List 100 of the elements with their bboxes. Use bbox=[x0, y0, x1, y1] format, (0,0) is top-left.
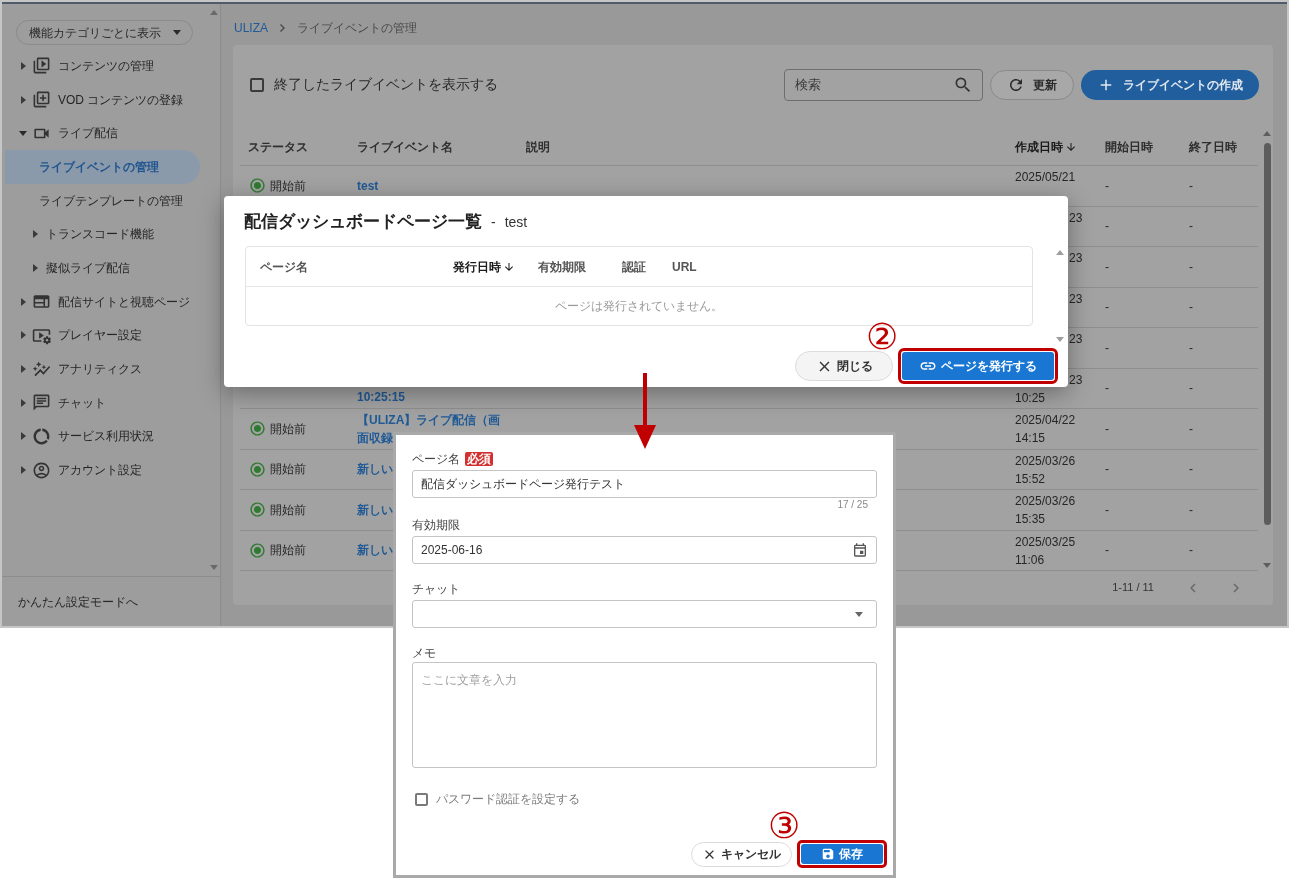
column-header: 発行日時 bbox=[453, 258, 501, 276]
empty-date-text: - bbox=[1189, 420, 1193, 438]
column-header: ステータス bbox=[248, 138, 308, 156]
column-header: 開始日時 bbox=[1105, 138, 1153, 156]
date-text: 23 bbox=[1069, 250, 1083, 267]
search-field[interactable]: 検索 bbox=[784, 69, 983, 101]
sort-arrow-icon bbox=[503, 260, 515, 273]
simple-mode-link[interactable]: かんたん設定モードへ bbox=[18, 592, 138, 611]
empty-date-text: - bbox=[1105, 177, 1109, 195]
date-text: 23 bbox=[1069, 331, 1083, 348]
required-badge: 必須 bbox=[465, 452, 493, 466]
field-label: チャット bbox=[412, 581, 460, 598]
video-library-icon bbox=[32, 56, 51, 76]
column-header: 有効期限 bbox=[538, 258, 586, 276]
scroll-down-icon bbox=[1263, 563, 1271, 568]
sidebar-item[interactable]: ライブテンプレートの管理 bbox=[5, 183, 200, 218]
empty-message: ページは発行されていません。 bbox=[555, 298, 723, 315]
character-counter: 17 / 25 bbox=[837, 499, 868, 511]
column-header: ライブイベント名 bbox=[357, 138, 453, 156]
refresh-icon bbox=[1007, 76, 1025, 94]
date-text: 23 bbox=[1069, 209, 1083, 227]
sidebar-item[interactable]: チャット bbox=[2, 385, 207, 420]
sidebar-item[interactable]: プレイヤー設定 bbox=[2, 318, 207, 353]
date-text: 15:35 bbox=[1015, 511, 1046, 528]
field-label: メモ bbox=[412, 645, 436, 662]
select-field[interactable] bbox=[412, 600, 877, 628]
empty-date-text: - bbox=[1105, 380, 1109, 398]
column-header: 終了日時 bbox=[1189, 138, 1237, 156]
scroll-up-icon bbox=[1056, 250, 1064, 255]
field-label: 有効期限 bbox=[412, 517, 460, 534]
search-icon bbox=[953, 75, 973, 95]
sidebar-item[interactable]: サービス利用状況 bbox=[2, 419, 207, 454]
column-header: 説明 bbox=[526, 138, 550, 156]
step-number: ③ bbox=[768, 808, 800, 844]
date-text: 14:15 bbox=[1015, 430, 1046, 447]
scrollbar-thumb[interactable] bbox=[1263, 143, 1271, 525]
empty-date-text: - bbox=[1189, 299, 1193, 317]
checkbox[interactable] bbox=[250, 78, 264, 92]
date-input[interactable]: 2025-06-16 bbox=[412, 536, 877, 564]
calendar-icon bbox=[852, 542, 868, 558]
refresh-button[interactable]: 更新 bbox=[990, 70, 1074, 100]
column-header: URL bbox=[672, 258, 697, 276]
status-text: 開始前 bbox=[270, 177, 306, 195]
empty-date-text: - bbox=[1105, 339, 1109, 357]
save-icon bbox=[821, 847, 835, 861]
empty-date-text: - bbox=[1105, 258, 1109, 276]
breadcrumb-current: ライブイベントの管理 bbox=[297, 20, 417, 37]
empty-date-text: - bbox=[1189, 339, 1193, 357]
empty-date-text: - bbox=[1105, 299, 1109, 317]
sidebar-item[interactable]: ライブ配信 bbox=[2, 116, 207, 151]
scroll-down-icon bbox=[209, 565, 218, 570]
sidebar-item[interactable]: コンテンツの管理 bbox=[2, 49, 207, 83]
empty-date-text: - bbox=[1189, 218, 1193, 236]
sidebar-item[interactable]: VOD コンテンツの登録 bbox=[2, 82, 207, 117]
close-button[interactable]: 閉じる bbox=[795, 351, 893, 381]
status-ring-icon bbox=[249, 460, 266, 478]
cancel-button[interactable]: キャンセル bbox=[691, 841, 792, 867]
create-button[interactable]: ライブイベントの作成 bbox=[1081, 70, 1259, 100]
date-text: 15:52 bbox=[1015, 470, 1046, 488]
scroll-up-icon bbox=[209, 10, 218, 15]
sidebar-item[interactable]: 配信サイトと視聴ページ bbox=[2, 284, 207, 319]
publish-button[interactable]: ページを発行する bbox=[902, 352, 1054, 380]
checkbox-label[interactable]: 終了したライブイベントを表示する bbox=[274, 74, 498, 96]
title-separator: - bbox=[491, 212, 496, 232]
date-text: 2025/03/26 bbox=[1015, 452, 1076, 470]
chevron-right-icon bbox=[280, 24, 285, 32]
empty-date-text: - bbox=[1189, 461, 1193, 479]
empty-date-text: - bbox=[1189, 177, 1193, 195]
empty-date-text: - bbox=[1105, 501, 1109, 519]
column-header: 認証 bbox=[622, 258, 646, 276]
text-input[interactable]: 配信ダッシュボードページ発行テスト bbox=[412, 470, 877, 498]
save-button[interactable]: 保存 bbox=[801, 844, 883, 864]
status-ring-icon bbox=[249, 177, 266, 195]
date-text: 10:25 bbox=[1015, 389, 1046, 407]
status-ring-icon bbox=[249, 420, 266, 438]
date-text: 11:06 bbox=[1015, 551, 1045, 569]
date-text: 23 bbox=[1069, 290, 1083, 308]
date-text: 2025/04/22 bbox=[1015, 412, 1076, 429]
sidebar-item[interactable]: アナリティクス bbox=[2, 352, 207, 386]
empty-date-text: - bbox=[1105, 461, 1109, 479]
empty-date-text: - bbox=[1189, 380, 1193, 398]
column-header: 作成日時 bbox=[1015, 138, 1063, 156]
sidebar-item[interactable]: トランスコード機能 bbox=[5, 217, 200, 252]
field-label: ページ名 bbox=[412, 451, 460, 468]
checkbox[interactable] bbox=[415, 792, 428, 806]
add-library-icon bbox=[32, 90, 51, 110]
checkbox-label[interactable]: パスワード認証を設定する bbox=[436, 790, 580, 808]
caret-down-icon bbox=[855, 611, 863, 617]
trend-graph-icon bbox=[32, 359, 51, 379]
sidebar-item[interactable]: アカウント設定 bbox=[2, 453, 207, 487]
status-text: 開始前 bbox=[270, 501, 306, 519]
empty-date-text: - bbox=[1189, 542, 1193, 560]
dialog-subtitle: test bbox=[504, 212, 528, 232]
date-text: 23 bbox=[1069, 371, 1083, 389]
status-text: 開始前 bbox=[270, 542, 306, 560]
sidebar-item[interactable]: 擬似ライブ配信 bbox=[5, 251, 200, 285]
scroll-up-icon bbox=[1263, 131, 1271, 136]
status-text: 開始前 bbox=[270, 420, 306, 438]
pagination-range: 1-11 / 11 bbox=[1112, 580, 1154, 596]
status-text: 開始前 bbox=[270, 461, 306, 479]
